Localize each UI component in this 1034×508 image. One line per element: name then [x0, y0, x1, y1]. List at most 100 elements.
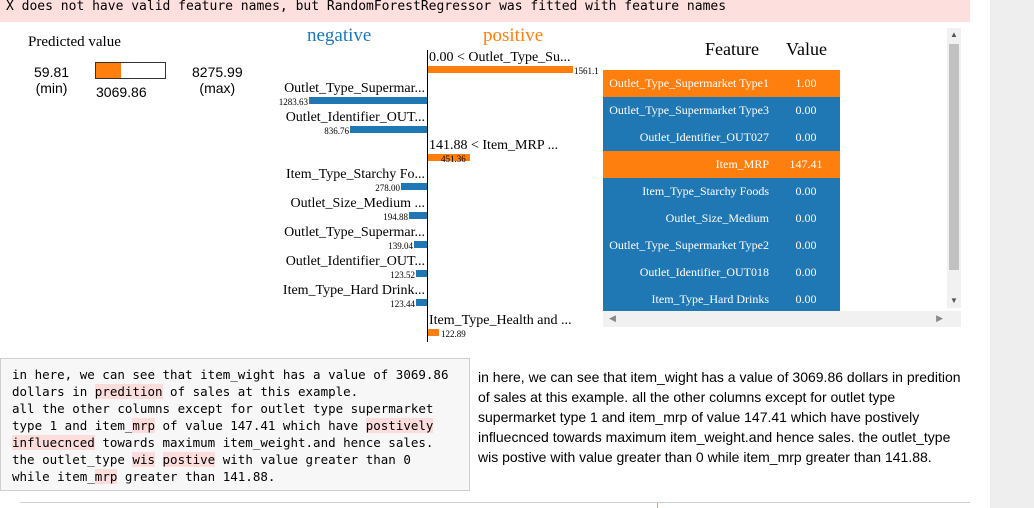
- value-column-header: Value: [786, 39, 827, 59]
- feature-table-row: Outlet_Identifier_OUT018 0.00: [603, 259, 840, 286]
- feature-name: Item_Type_Starchy Foods: [642, 184, 769, 198]
- feature-table-row: Outlet_Type_Supermarket Type1 1.00: [603, 70, 840, 97]
- scroll-up-arrow-icon[interactable]: ▲: [950, 31, 958, 39]
- feature-column-header: Feature: [705, 39, 759, 59]
- source-text: towards maximum item_weight.and hence sa…: [94, 435, 434, 450]
- positive-contribution-bar: [428, 66, 573, 73]
- negative-contribution-bar: [309, 97, 427, 104]
- predicted-min-value: 59.81: [34, 64, 70, 80]
- positive-feature-label: 141.88 < Item_MRP ...: [429, 138, 559, 153]
- feature-value: 0.00: [795, 103, 817, 117]
- negative-contribution-bar: [409, 212, 427, 219]
- negative-contribution-bar: [350, 126, 427, 133]
- positive-feature-value: 122.89: [441, 329, 466, 339]
- source-text: all the other columns except for outlet …: [12, 401, 434, 416]
- negative-feature-label: Outlet_Type_Supermar...: [284, 81, 425, 96]
- negative-feature-value: 1283.63: [278, 97, 308, 107]
- negative-feature-label: Outlet_Type_Supermar...: [284, 225, 425, 240]
- feature-name: Item_Type_Hard Drinks: [651, 292, 769, 306]
- predicted-min-label: (min): [35, 80, 68, 96]
- feature-value: 0.00: [795, 238, 817, 252]
- feature-value: 0.00: [795, 211, 817, 225]
- negative-contribution-bar: [401, 183, 427, 190]
- negative-contribution-bar: [414, 241, 427, 248]
- feature-name: Outlet_Identifier_OUT027: [639, 130, 769, 144]
- negative-feature-value: 123.44: [390, 299, 415, 309]
- contribution-axis: [427, 50, 428, 342]
- feature-value-table: Outlet_Type_Supermarket Type1 1.00 Outlet_…: [603, 70, 840, 312]
- feature-table-row: Item_MRP 147.41: [603, 151, 840, 178]
- predicted-value-fill: [96, 63, 122, 78]
- scroll-right-arrow-icon[interactable]: ▶: [936, 314, 943, 323]
- source-text: while item_: [12, 469, 95, 484]
- spellcheck-highlight: postive: [162, 452, 216, 467]
- scroll-down-arrow-icon[interactable]: ▼: [950, 297, 958, 305]
- spellcheck-highlight: mrp: [94, 469, 118, 484]
- notebook-side-background: [990, 0, 1034, 508]
- spellcheck-highlight: influecnced: [12, 435, 95, 450]
- positive-feature-value: 451.36: [441, 154, 466, 164]
- source-text: of value 147.41 which have: [155, 418, 366, 433]
- negative-feature-value: 836.76: [324, 126, 349, 136]
- source-text: dollars in: [12, 384, 95, 399]
- feature-name: Outlet_Size_Medium: [665, 211, 769, 225]
- predicted-max-label: (max): [199, 80, 236, 96]
- positive-heading: positive: [483, 25, 544, 46]
- notebook-gutter: [970, 0, 990, 508]
- feature-table-row: Item_Type_Hard Drinks 0.00: [603, 286, 840, 312]
- feature-name: Outlet_Type_Supermarket Type1: [609, 76, 769, 90]
- positive-contribution-bar: [428, 329, 439, 336]
- feature-table-row: Outlet_Type_Supermarket Type2 0.00: [603, 232, 840, 259]
- predicted-value-title: Predicted value: [28, 34, 121, 50]
- spellcheck-highlight: wis: [132, 452, 155, 467]
- predicted-max-value: 8275.99: [192, 64, 243, 80]
- source-text: [155, 452, 163, 467]
- negative-feature-label: Item_Type_Hard Drink...: [282, 283, 425, 298]
- feature-table-row: Outlet_Identifier_OUT027 0.00: [603, 124, 840, 151]
- positive-feature-label: 0.00 < Outlet_Type_Su...: [429, 50, 571, 65]
- positive-feature-value: 1561.1: [574, 66, 599, 76]
- source-text: of sales at this example.: [162, 384, 359, 399]
- table-horizontal-scrollbar[interactable]: ◀ ▶: [603, 311, 961, 327]
- feature-value: 1.00: [795, 76, 817, 90]
- feature-value: 0.00: [795, 184, 817, 198]
- predicted-max: 8275.99 (max): [192, 64, 243, 96]
- source-text: in here, we can see that item_wight has …: [12, 367, 449, 382]
- negative-feature-value: 194.88: [383, 212, 408, 222]
- negative-contribution-bar: [416, 299, 427, 306]
- feature-name: Outlet_Type_Supermarket Type2: [609, 238, 769, 252]
- negative-feature-label: Outlet_Identifier_OUT...: [285, 110, 425, 125]
- feature-name: Item_MRP: [715, 157, 769, 171]
- positive-feature-label: Item_Type_Health and ...: [429, 313, 572, 328]
- source-text: type 1 and item_: [12, 418, 133, 433]
- table-vertical-scrollbar[interactable]: ▲ ▼: [947, 28, 961, 308]
- markdown-source-editor[interactable]: in here, we can see that item_wight has …: [0, 358, 470, 491]
- markdown-rendered-output: in here, we can see that item_wight has …: [478, 369, 961, 465]
- negative-feature-label: Item_Type_Starchy Fo...: [286, 167, 425, 182]
- predicted-min: 59.81 (min): [34, 64, 69, 96]
- feature-name: Outlet_Identifier_OUT018: [639, 265, 769, 279]
- spellcheck-highlight: predition: [94, 384, 163, 399]
- negative-feature-label: Outlet_Size_Medium ...: [290, 196, 425, 211]
- source-text: with value greater than 0: [215, 452, 411, 467]
- ruler-mark: [657, 503, 658, 508]
- source-text: greater than 141.88.: [117, 469, 276, 484]
- scrollbar-thumb[interactable]: [949, 44, 959, 270]
- feature-value: 0.00: [795, 130, 817, 144]
- feature-value: 0.00: [795, 292, 817, 306]
- spellcheck-highlight: postively: [365, 418, 434, 433]
- feature-table-row: Outlet_Type_Supermarket Type3 0.00: [603, 97, 840, 124]
- source-text: the outlet_type: [12, 452, 133, 467]
- feature-table-row: Outlet_Size_Medium 0.00: [603, 205, 840, 232]
- stderr-warning: X does not have valid feature names, but…: [0, 0, 970, 22]
- negative-feature-label: Outlet_Identifier_OUT...: [285, 254, 425, 269]
- negative-heading: negative: [307, 25, 372, 46]
- predicted-value-bar: [95, 62, 166, 79]
- spellcheck-highlight: mrp: [132, 418, 155, 433]
- scroll-left-arrow-icon[interactable]: ◀: [609, 314, 616, 323]
- feature-name: Outlet_Type_Supermarket Type3: [609, 103, 769, 117]
- predicted-value: 3069.86: [96, 84, 147, 100]
- negative-feature-value: 139.04: [388, 241, 413, 251]
- feature-value: 147.41: [789, 157, 823, 171]
- feature-value: 0.00: [795, 265, 817, 279]
